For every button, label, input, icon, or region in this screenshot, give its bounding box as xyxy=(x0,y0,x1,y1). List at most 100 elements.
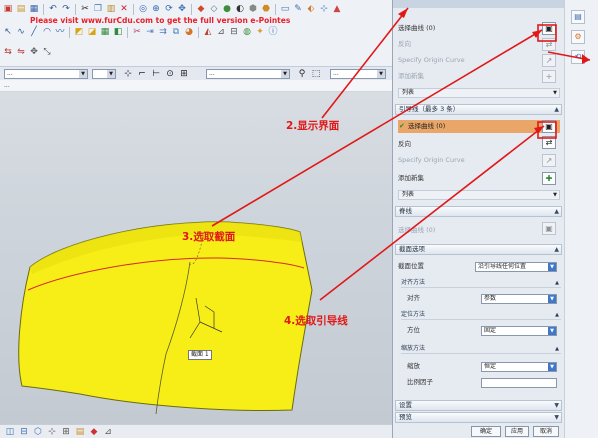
pan-icon[interactable]: ✥ xyxy=(176,3,188,15)
delete-icon[interactable]: ✕ xyxy=(118,3,130,15)
graphics-viewport[interactable]: 截面 1 xyxy=(0,92,392,424)
model-canvas[interactable] xyxy=(0,92,392,424)
curvature-icon[interactable]: ◍ xyxy=(241,26,253,38)
scale-icon[interactable]: ⤡ xyxy=(41,46,53,58)
line-icon[interactable]: ╱ xyxy=(28,26,40,38)
color-toggle-icon[interactable]: ◆ xyxy=(88,426,100,438)
save-icon[interactable]: ▦ xyxy=(28,3,40,15)
extrude-icon[interactable]: ▲ xyxy=(331,3,343,15)
view-front-icon[interactable]: ◫ xyxy=(4,426,16,438)
arc-icon[interactable]: ◠ xyxy=(41,26,53,38)
orientation-select[interactable]: 固定 ▼ xyxy=(481,326,557,336)
scaling-select[interactable]: 恒定 ▼ xyxy=(481,362,557,372)
section-list[interactable]: 列表 ▼ xyxy=(398,88,560,98)
section-origin-row[interactable]: Specify Origin Curve xyxy=(398,54,560,67)
analysis-icon[interactable]: ◭ xyxy=(202,26,214,38)
offset-icon[interactable]: ⇉ xyxy=(157,26,169,38)
transform-icon[interactable]: ⇆ xyxy=(2,46,14,58)
alignment-select[interactable]: 参数 ▼ xyxy=(481,294,557,304)
zoom-icon[interactable]: ⊕ xyxy=(150,3,162,15)
material-icon[interactable]: ⬣ xyxy=(260,3,272,15)
guides-origin-row[interactable]: Specify Origin Curve xyxy=(398,154,560,167)
new-file-icon[interactable]: ▣ xyxy=(2,3,14,15)
ok-button[interactable]: 确定 xyxy=(471,426,501,437)
apply-button[interactable]: 应用 xyxy=(505,426,529,437)
scope-combo[interactable]: ▼ xyxy=(92,69,116,79)
guides-reverse-row[interactable]: 反向 xyxy=(398,138,560,151)
paste-icon[interactable]: ▥ xyxy=(105,3,117,15)
section-reverse-row[interactable]: 反向 xyxy=(398,38,560,51)
sketch-icon[interactable]: ✎ xyxy=(292,3,304,15)
blend-icon[interactable]: ◕ xyxy=(183,26,195,38)
mode-combo[interactable]: ... ▼ xyxy=(330,69,386,79)
settings-header[interactable]: 设置 ▼ xyxy=(395,400,562,411)
snap-center-icon[interactable]: ⊙ xyxy=(164,68,176,80)
measure-icon[interactable]: ⊿ xyxy=(215,26,227,38)
undo-icon[interactable]: ↶ xyxy=(47,3,59,15)
section-position-select[interactable]: 沿引导线任何位置 ▼ xyxy=(475,262,557,272)
wireframe-icon[interactable]: ◇ xyxy=(208,3,220,15)
grid-toggle-icon[interactable]: ⊞ xyxy=(60,426,72,438)
guides-reverse-button[interactable]: ⇄ xyxy=(542,136,556,149)
assembly-navigator-icon[interactable]: ▤ xyxy=(571,10,585,24)
view-top-icon[interactable]: ⊟ xyxy=(18,426,30,438)
spine-header[interactable]: 脊线 ▲ xyxy=(395,206,562,217)
move-icon[interactable]: ✥ xyxy=(28,46,40,58)
info-icon[interactable]: ⓘ xyxy=(267,26,279,38)
select-all-icon[interactable]: ⬚ xyxy=(310,68,322,80)
guides-add-set-row[interactable]: 添加新集 xyxy=(398,172,560,185)
orientation-subheader[interactable]: 定位方法 ▲ xyxy=(401,310,561,320)
open-icon[interactable]: ▤ xyxy=(15,3,27,15)
alignment-subheader[interactable]: 对齐方法 ▲ xyxy=(401,278,561,288)
display-mode-icon[interactable]: ▭ xyxy=(279,3,291,15)
view-iso-icon[interactable]: ⬡ xyxy=(32,426,44,438)
view-orient-icon[interactable]: ◐ xyxy=(234,3,246,15)
filter-combo[interactable]: ... ▼ xyxy=(4,69,88,79)
part-navigator-icon[interactable]: ⚙ xyxy=(571,30,585,44)
snap-end-icon[interactable]: ⌐ xyxy=(136,68,148,80)
render-style-icon[interactable]: ● xyxy=(221,3,233,15)
guides-header[interactable]: 引导线（最多 3 条） ▲ xyxy=(395,104,562,115)
guides-list[interactable]: 列表 ▼ xyxy=(398,190,560,200)
copy-icon[interactable]: ❐ xyxy=(92,3,104,15)
shaded-view-icon[interactable]: ◆ xyxy=(195,3,207,15)
section-origin-button[interactable]: ↗ xyxy=(542,54,556,67)
guides-select-curve-button[interactable]: ▣ xyxy=(542,120,556,133)
layer-toggle-icon[interactable]: ▤ xyxy=(74,426,86,438)
fit-view-icon[interactable]: ◎ xyxy=(137,3,149,15)
section-view-icon[interactable]: ⊟ xyxy=(228,26,240,38)
redo-icon[interactable]: ↷ xyxy=(60,3,72,15)
loft-icon[interactable]: ◧ xyxy=(112,26,124,38)
extend-icon[interactable]: ⇥ xyxy=(144,26,156,38)
section-add-set-row[interactable]: 添加新集 xyxy=(398,70,560,83)
cancel-button[interactable]: 取消 xyxy=(533,426,559,437)
section-add-set-button[interactable]: + xyxy=(542,70,556,83)
measure-toggle-icon[interactable]: ⊿ xyxy=(102,426,114,438)
select-icon[interactable]: ↖ xyxy=(2,26,14,38)
point-icon[interactable]: ⊹ xyxy=(318,3,330,15)
snap-toggle-icon[interactable]: ⊹ xyxy=(46,426,58,438)
snap-grid-icon[interactable]: ⊞ xyxy=(178,68,190,80)
spline-icon[interactable]: 〰 xyxy=(54,26,66,38)
surface-icon[interactable]: ◩ xyxy=(73,26,85,38)
preview-header[interactable]: 预览 ▼ xyxy=(395,412,562,423)
highlight-icon[interactable]: ✦ xyxy=(254,26,266,38)
mesh-icon[interactable]: ▦ xyxy=(99,26,111,38)
guides-origin-button[interactable]: ↗ xyxy=(542,154,556,167)
section-select-curve-button[interactable]: ▣ xyxy=(542,22,556,35)
snap-combo[interactable]: ... ▼ xyxy=(206,69,290,79)
history-icon[interactable]: ⟲ xyxy=(571,50,585,64)
cut-icon[interactable]: ✂ xyxy=(79,3,91,15)
mirror-icon[interactable]: ⇋ xyxy=(15,46,27,58)
sew-icon[interactable]: ⧉ xyxy=(170,26,182,38)
guides-select-curve-row[interactable]: ✔ 选择曲线 (0) xyxy=(398,120,560,133)
section-reverse-button[interactable]: ⇄ xyxy=(542,38,556,51)
rotate-icon[interactable]: ⟳ xyxy=(163,3,175,15)
swept-icon[interactable]: ◪ xyxy=(86,26,98,38)
ratio-input[interactable] xyxy=(481,378,557,388)
snap-point-icon[interactable]: ⊹ xyxy=(122,68,134,80)
spine-select-curve-row[interactable]: 选择曲线 (0) xyxy=(398,224,560,237)
snap-mid-icon[interactable]: ⊢ xyxy=(150,68,162,80)
guides-add-set-button[interactable]: ✚ xyxy=(542,172,556,185)
scaling-subheader[interactable]: 缩放方法 ▲ xyxy=(401,344,561,354)
